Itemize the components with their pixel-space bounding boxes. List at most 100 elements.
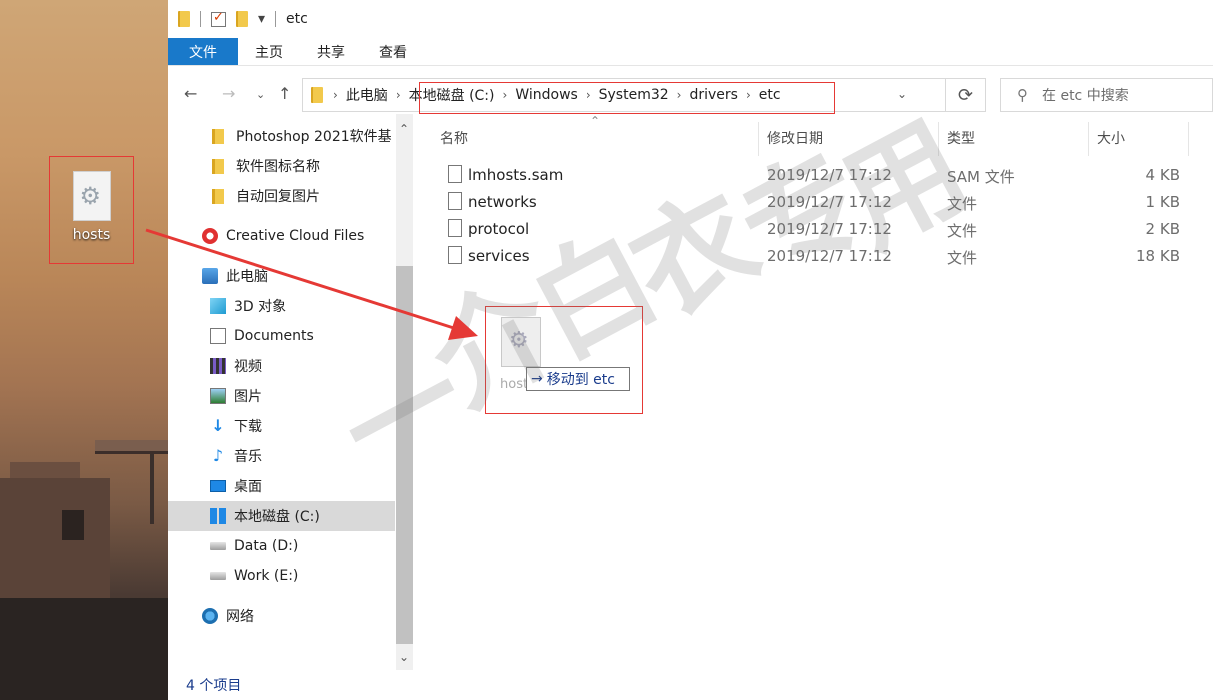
column-divider[interactable] — [938, 122, 939, 156]
path-highlight-box — [419, 82, 835, 114]
network-icon — [202, 608, 218, 624]
file-date: 2019/12/7 17:12 — [767, 247, 892, 265]
quick-access-dropdown[interactable]: ▾ — [258, 11, 265, 27]
nav-item-label: 软件图标名称 — [236, 159, 320, 175]
nav-item-label: Data (D:) — [234, 538, 299, 554]
breadcrumb-this-pc[interactable]: 此电脑 — [346, 85, 388, 105]
nav-item-downloads[interactable]: ↓ 下载 — [168, 411, 395, 441]
nav-item-music[interactable]: ♪ 音乐 — [168, 441, 395, 471]
nav-item-label: 图片 — [234, 389, 262, 405]
column-header-name[interactable]: 名称 — [440, 128, 468, 148]
desktop-hosts-file[interactable]: ⚙ hosts — [49, 156, 134, 264]
nav-item-desktop[interactable]: 桌面 — [168, 471, 395, 501]
address-folder-icon — [311, 87, 323, 103]
gear-file-icon: ⚙ — [72, 171, 111, 221]
file-name: lmhosts.sam — [468, 166, 564, 184]
search-placeholder: 在 etc 中搜索 — [1042, 88, 1129, 104]
desktop-icon-label: hosts — [72, 227, 111, 243]
new-folder-icon[interactable] — [236, 11, 248, 27]
column-header-type[interactable]: 类型 — [947, 128, 975, 148]
nav-item-data-d[interactable]: Data (D:) — [168, 531, 395, 561]
properties-icon[interactable] — [211, 10, 226, 27]
tab-view[interactable]: 查看 — [362, 38, 424, 65]
chevron-down-icon[interactable]: ⌄ — [399, 650, 409, 664]
nav-item-label: 3D 对象 — [234, 299, 287, 315]
chevron-right-icon[interactable]: › — [333, 88, 338, 102]
file-type: SAM 文件 — [947, 168, 1015, 186]
3d-objects-icon — [210, 298, 226, 314]
nav-item-label: Documents — [234, 328, 314, 344]
title-bar: ▾ etc — [168, 0, 1213, 38]
title-divider — [275, 11, 277, 27]
file-icon — [448, 219, 462, 237]
chevron-up-icon[interactable]: ⌃ — [399, 122, 409, 136]
file-name: protocol — [468, 220, 530, 238]
background-ground — [0, 598, 168, 700]
nav-item-pictures[interactable]: 图片 — [168, 381, 395, 411]
column-divider[interactable] — [1188, 122, 1189, 156]
file-type: 文件 — [947, 249, 978, 267]
file-icon — [448, 165, 462, 183]
file-size: 1 KB — [1145, 193, 1180, 211]
move-tooltip-text: 移动到 etc — [546, 372, 615, 388]
chevron-right-icon[interactable]: › — [396, 88, 401, 102]
nav-item-this-pc[interactable]: 此电脑 — [168, 261, 395, 291]
nav-item-label: Creative Cloud Files — [226, 228, 365, 244]
background-building — [0, 478, 110, 598]
explorer-window: ▾ etc 文件 主页 共享 查看 ← → ⌄ ↑ › 此电脑 › 本地磁盘 (… — [168, 0, 1213, 700]
nav-pane-scrollbar[interactable]: ⌃ ⌄ — [396, 114, 413, 670]
folder-icon — [212, 188, 224, 204]
background-canopy — [95, 440, 168, 454]
nav-item-label: Work (E:) — [234, 568, 299, 584]
address-field[interactable]: › 此电脑 › 本地磁盘 (C:) › Windows › System32 ›… — [302, 78, 946, 114]
nav-item-documents[interactable]: Documents — [168, 321, 395, 351]
status-bar: 4 个项目 — [168, 670, 1213, 700]
back-arrow-icon[interactable]: ← — [184, 84, 197, 103]
table-row[interactable]: lmhosts.sam 2019/12/7 17:12 SAM 文件 4 KB — [440, 162, 1200, 189]
forward-arrow-icon[interactable]: → — [222, 84, 235, 103]
nav-item-label: 音乐 — [234, 449, 262, 465]
file-type: 文件 — [947, 222, 978, 240]
up-arrow-icon[interactable]: ↑ — [278, 84, 291, 103]
column-divider[interactable] — [1088, 122, 1089, 156]
nav-item-network[interactable]: 网络 — [168, 601, 395, 631]
nav-item-work-e[interactable]: Work (E:) — [168, 561, 395, 591]
tab-home[interactable]: 主页 — [238, 38, 300, 65]
ribbon-tabs: 文件 主页 共享 查看 — [168, 38, 1213, 66]
desktop-background: ⚙ hosts — [0, 0, 168, 700]
column-header-size[interactable]: 大小 — [1097, 128, 1125, 148]
drag-ghost-box: ⚙ hosts → 移动到 etc — [485, 306, 643, 414]
search-icon: ⚲ — [1017, 86, 1028, 104]
nav-item-photoshop-folder[interactable]: Photoshop 2021软件基 — [168, 121, 395, 151]
column-header-date[interactable]: 修改日期 — [767, 128, 823, 148]
table-row[interactable]: networks 2019/12/7 17:12 文件 1 KB — [440, 189, 1200, 216]
column-divider[interactable] — [758, 122, 759, 156]
tab-share[interactable]: 共享 — [300, 38, 362, 65]
file-icon — [448, 192, 462, 210]
table-row[interactable]: services 2019/12/7 17:12 文件 18 KB — [440, 243, 1200, 270]
tab-file[interactable]: 文件 — [168, 38, 238, 65]
windows-drive-icon — [210, 508, 226, 524]
chevron-down-icon[interactable]: ⌄ — [897, 87, 907, 101]
nav-item-auto-reply-folder[interactable]: 自动回复图片 — [168, 181, 395, 211]
recent-locations-chevron-icon[interactable]: ⌄ — [256, 88, 265, 101]
folder-icon — [212, 158, 224, 174]
refresh-icon[interactable]: ⟳ — [946, 78, 986, 112]
table-row[interactable]: protocol 2019/12/7 17:12 文件 2 KB — [440, 216, 1200, 243]
search-input[interactable]: ⚲ 在 etc 中搜索 — [1000, 78, 1213, 112]
nav-item-creative-cloud[interactable]: Creative Cloud Files — [168, 221, 395, 251]
address-bar-row: ← → ⌄ ↑ › 此电脑 › 本地磁盘 (C:) › Windows › Sy… — [168, 74, 1213, 114]
file-date: 2019/12/7 17:12 — [767, 166, 892, 184]
nav-item-3d-objects[interactable]: 3D 对象 — [168, 291, 395, 321]
nav-item-software-icons-folder[interactable]: 软件图标名称 — [168, 151, 395, 181]
desktop-icon — [210, 480, 226, 492]
nav-item-videos[interactable]: 视频 — [168, 351, 395, 381]
arrow-right-icon: → — [531, 371, 543, 387]
background-door — [62, 510, 84, 540]
file-date: 2019/12/7 17:12 — [767, 220, 892, 238]
file-size: 4 KB — [1145, 166, 1180, 184]
nav-item-label: 网络 — [226, 609, 254, 625]
nav-item-local-disk-c[interactable]: 本地磁盘 (C:) — [168, 501, 395, 531]
scrollbar-thumb[interactable] — [396, 266, 413, 644]
folder-icon — [178, 11, 190, 27]
